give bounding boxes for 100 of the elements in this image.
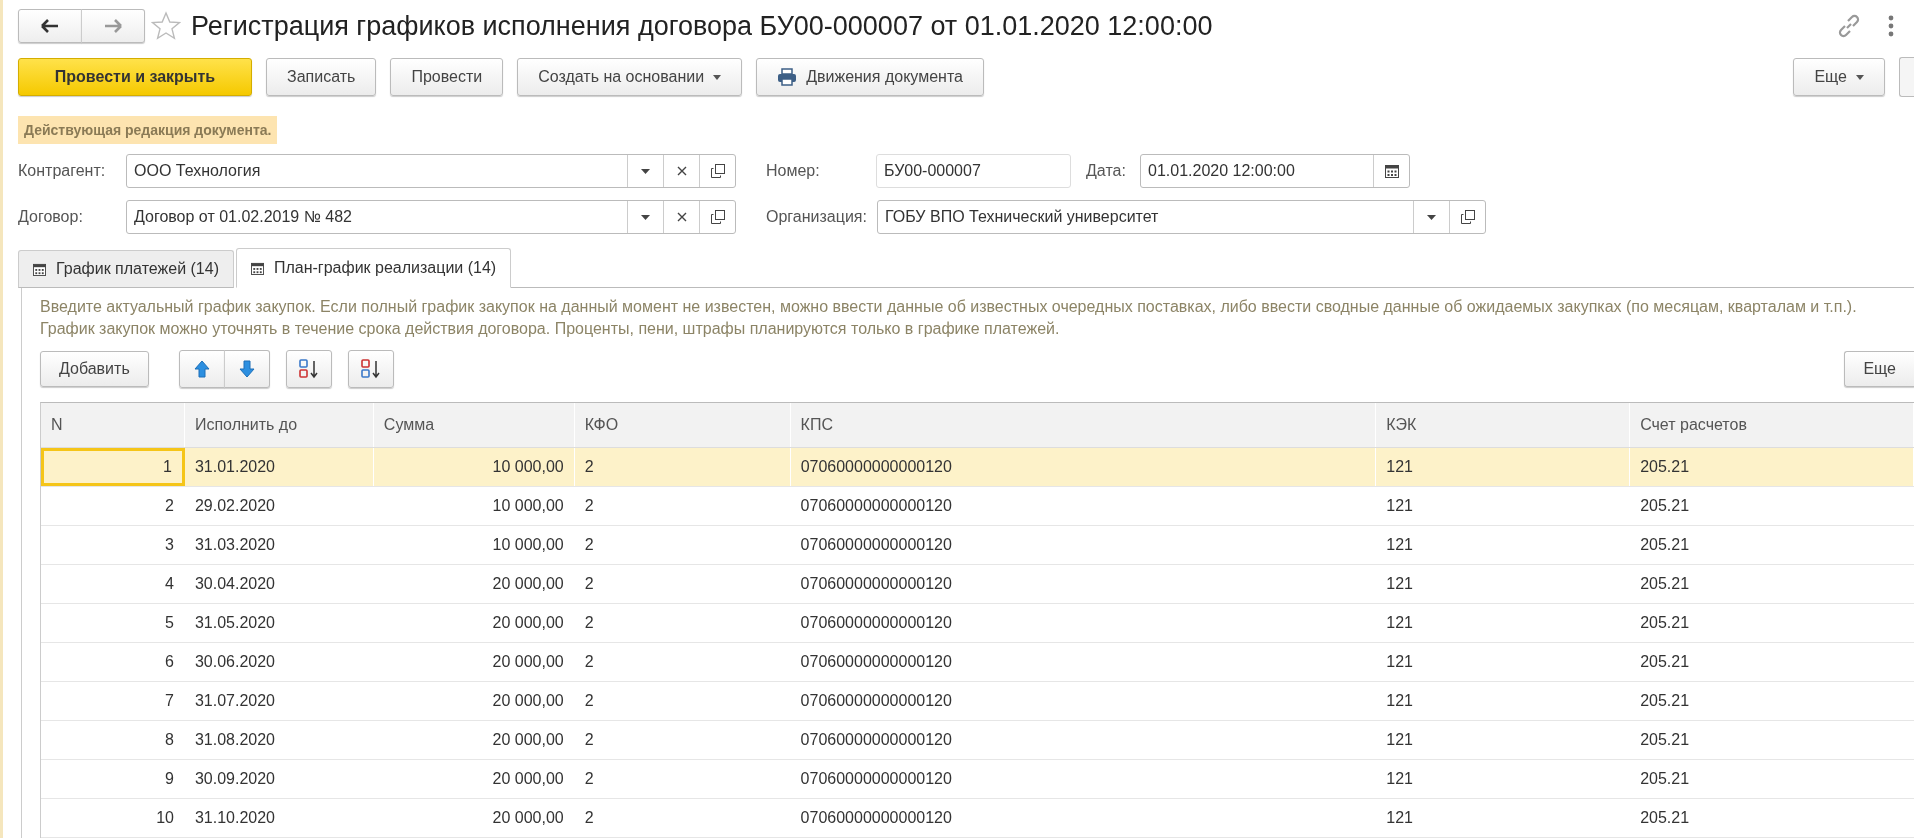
column-header[interactable]: Счет расчетов	[1630, 403, 1914, 447]
organization-field[interactable]: ГОБУ ВПО Технический университет	[877, 200, 1486, 234]
table-cell: 07060000000000120	[790, 643, 1377, 681]
toolbar-button[interactable]: Создать на основании	[517, 58, 743, 96]
window-title: Регистрация графиков исполнения договора БУ00-000007 от 01.01.2020 12:00:00	[191, 10, 1213, 42]
table-cell: 07060000000000120	[790, 526, 1377, 564]
dropdown-icon[interactable]	[1427, 214, 1436, 220]
table-cell: 20 000,00	[373, 721, 575, 759]
up-arrow-icon	[193, 360, 210, 378]
table-cell: 2	[574, 565, 791, 603]
table-row[interactable]: 7 31.07.2020 20 000,00 2 07060000000000120 121 205.21	[41, 682, 1914, 721]
table-row[interactable]: 3 31.03.2020 10 000,00 2 07060000000000120 121 205.21	[41, 526, 1914, 565]
table-cell: 07060000000000120	[790, 760, 1377, 798]
table-row[interactable]: 6 30.06.2020 20 000,00 2 07060000000000120 121 205.21	[41, 643, 1914, 682]
sort-icon	[359, 359, 382, 379]
table-cell: 121	[1376, 565, 1631, 603]
table-cell: 5	[41, 604, 185, 642]
table-row[interactable]: 10 31.10.2020 20 000,00 2 07060000000000120 121 205.21	[41, 799, 1914, 838]
table-row[interactable]: 5 31.05.2020 20 000,00 2 07060000000000120 121 205.21	[41, 604, 1914, 643]
table-row[interactable]: 1 31.01.2020 10 000,00 2 07060000000000120 121 205.21	[41, 448, 1914, 487]
table-cell: 2	[574, 448, 791, 486]
table-cell: 121	[1376, 448, 1631, 486]
table-row[interactable]: 9 30.09.2020 20 000,00 2 07060000000000120 121 205.21	[41, 760, 1914, 799]
table-cell: 07060000000000120	[790, 721, 1377, 759]
column-header[interactable]: КЭК	[1376, 403, 1631, 447]
tab[interactable]: График платежей (14)	[18, 250, 234, 288]
table-cell: 07060000000000120	[790, 565, 1377, 603]
number-field[interactable]: БУ00-000007	[876, 154, 1071, 188]
table-cell: 205.21	[1630, 448, 1914, 486]
field-label: Дата:	[1086, 162, 1127, 180]
table-cell: 1	[41, 448, 185, 486]
table-row[interactable]: 8 31.08.2020 20 000,00 2 07060000000000120 121 205.21	[41, 721, 1914, 760]
table-cell: 2	[574, 604, 791, 642]
table-cell: 121	[1376, 487, 1631, 525]
notice-label: Действующая редакция документа.	[18, 116, 278, 144]
table-cell: 121	[1376, 760, 1631, 798]
table-cell: 31.01.2020	[184, 448, 374, 486]
contract-field[interactable]: Договор от 01.02.2019 № 482	[126, 200, 736, 234]
dropdown-icon[interactable]	[641, 214, 650, 220]
table-cell: 205.21	[1630, 565, 1914, 603]
column-header[interactable]: N	[41, 403, 185, 447]
table-cell: 07060000000000120	[790, 682, 1377, 720]
table-cell: 10	[41, 799, 185, 837]
field-label: Организация:	[766, 208, 868, 226]
star-icon[interactable]	[151, 11, 181, 41]
table-cell: 29.02.2020	[184, 487, 374, 525]
table-cell: 2	[574, 721, 791, 759]
field-label: Договор:	[18, 208, 84, 226]
sort-icon	[297, 359, 320, 379]
clear-icon[interactable]	[676, 166, 687, 176]
table-cell: 205.21	[1630, 487, 1914, 525]
field-label: Номер:	[766, 162, 821, 180]
table-cell: 121	[1376, 799, 1631, 837]
calendar-icon	[250, 261, 264, 275]
table-cell: 10 000,00	[373, 448, 575, 486]
table-cell: 30.04.2020	[184, 565, 374, 603]
add-button[interactable]: Добавить	[40, 351, 149, 387]
column-header[interactable]: Исполнить до	[184, 403, 374, 447]
more-icon[interactable]	[1888, 15, 1894, 37]
table-cell: 31.10.2020	[184, 799, 374, 837]
table-cell: 10 000,00	[373, 526, 575, 564]
table-cell: 205.21	[1630, 526, 1914, 564]
open-icon[interactable]	[1460, 210, 1475, 224]
toolbar-button[interactable]: Провести	[390, 58, 504, 96]
printer-icon	[777, 68, 798, 86]
open-icon[interactable]	[710, 210, 725, 224]
dropdown-icon[interactable]	[641, 168, 650, 174]
tab[interactable]: План-график реализации (14)	[235, 248, 512, 288]
toolbar-button[interactable]: Провести и закрыть	[18, 58, 252, 96]
counterparty-field[interactable]: ООО Технология	[126, 154, 736, 188]
caret-icon	[713, 74, 722, 80]
table-cell: 2	[574, 799, 791, 837]
more-button[interactable]: Еще	[1793, 58, 1885, 96]
toolbar-button[interactable]: Записать	[266, 58, 377, 96]
table-cell: 31.03.2020	[184, 526, 374, 564]
link-icon[interactable]	[1836, 13, 1862, 39]
clear-icon[interactable]	[676, 212, 687, 222]
toolbar-button[interactable]: Движения документа	[756, 58, 984, 96]
move-down-button[interactable]	[223, 350, 270, 388]
move-up-button[interactable]	[178, 350, 225, 388]
table-cell: 30.06.2020	[184, 643, 374, 681]
date-field[interactable]: 01.01.2020 12:00:00	[1140, 154, 1410, 188]
table-cell: 2	[574, 682, 791, 720]
table-cell: 121	[1376, 526, 1631, 564]
back-button[interactable]	[18, 9, 82, 43]
table-cell: 6	[41, 643, 185, 681]
table-cell: 07060000000000120	[790, 448, 1377, 486]
table-cell: 2	[574, 643, 791, 681]
hint-text: Введите актуальный график закупок. Если полный график закупок на данный момент не известен, можно ввести данные об известных очередных поставках, либо ввести сводные данные об ожидаемых закупках (по месяцам, кварталам и т.п.). График закупок можно уточнять в течение срока действия договора. Проценты, пени, штрафы планируются только в графике платежей.	[40, 297, 1858, 339]
table-cell: 3	[41, 526, 185, 564]
more-button[interactable]: Еще	[1844, 351, 1914, 387]
column-header[interactable]: Сумма	[373, 403, 575, 447]
table-row[interactable]: 2 29.02.2020 10 000,00 2 07060000000000120 121 205.21	[41, 487, 1914, 526]
table-row[interactable]: 4 30.04.2020 20 000,00 2 07060000000000120 121 205.21	[41, 565, 1914, 604]
column-header[interactable]: КФО	[574, 403, 791, 447]
calendar-icon[interactable]	[1384, 164, 1399, 178]
column-header[interactable]: КПС	[790, 403, 1377, 447]
sort-descending-button[interactable]	[347, 350, 394, 388]
open-icon[interactable]	[710, 164, 725, 178]
sort-ascending-button[interactable]	[285, 350, 332, 388]
